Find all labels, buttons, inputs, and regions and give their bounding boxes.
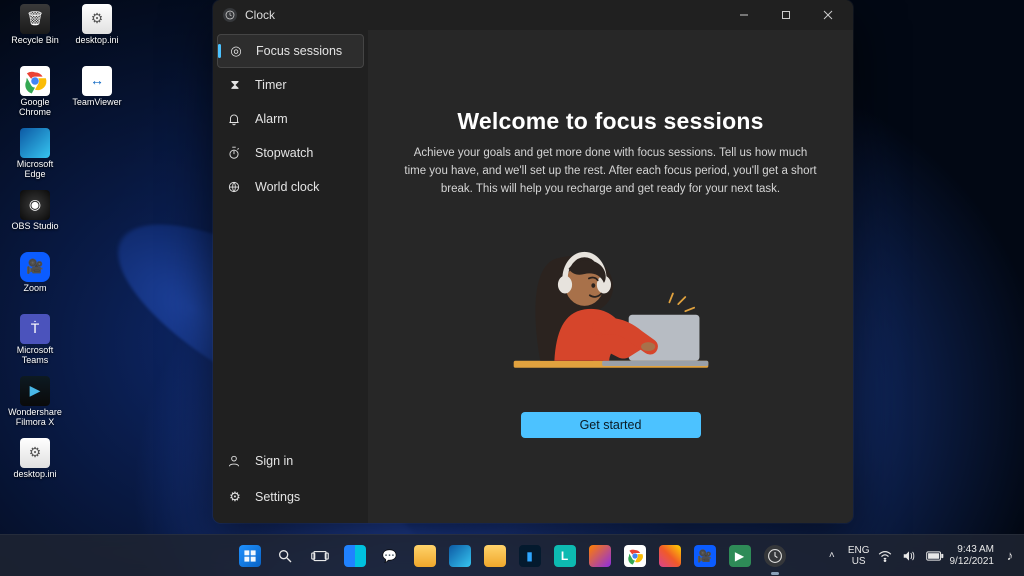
app-icon — [223, 8, 237, 22]
l-icon: L — [554, 545, 576, 567]
taskbar-zoom[interactable]: 🎥 — [689, 540, 721, 572]
nav-label: Timer — [255, 78, 286, 92]
nav-focus-sessions[interactable]: ◎ Focus sessions — [217, 34, 364, 68]
recycle-bin-icon: 🗑 — [20, 4, 50, 34]
clock-icon — [764, 545, 786, 567]
taskbar-pix[interactable] — [654, 540, 686, 572]
widgets-button[interactable] — [339, 540, 371, 572]
desktop-icons: 🗑Recycle Bin Google Chrome Microsoft Edg… — [4, 2, 134, 522]
filmora-icon: ▶ — [20, 376, 50, 406]
chat-button[interactable]: 💬 — [374, 540, 406, 572]
zoom-icon: 🎥 — [20, 252, 50, 282]
minimize-button[interactable] — [723, 1, 765, 29]
focus-illustration — [496, 220, 726, 390]
page-description: Achieve your goals and get more done wit… — [402, 145, 820, 198]
edge-icon — [449, 545, 471, 567]
get-started-button[interactable]: Get started — [521, 412, 701, 438]
desktop-icon-zoom[interactable]: 🎥Zoom — [4, 250, 66, 312]
taskbar-explorer[interactable] — [409, 540, 441, 572]
desktop-icon-teams[interactable]: ṪMicrosoft Teams — [4, 312, 66, 374]
search-icon — [274, 545, 296, 567]
task-view-icon — [309, 545, 331, 567]
taskbar-folder2[interactable] — [479, 540, 511, 572]
nav-label: Sign in — [255, 454, 293, 468]
target-icon: ◎ — [228, 43, 244, 59]
nav-label: Alarm — [255, 112, 288, 126]
desktop-icon-chrome[interactable]: Google Chrome — [4, 64, 66, 126]
desktop-icon-obs[interactable]: ◉OBS Studio — [4, 188, 66, 250]
firefox-icon — [589, 545, 611, 567]
taskbar-chrome[interactable] — [619, 540, 651, 572]
task-view-button[interactable] — [304, 540, 336, 572]
teams-icon: Ṫ — [20, 314, 50, 344]
titlebar[interactable]: Clock — [213, 0, 853, 30]
main-panel: Welcome to focus sessions Achieve your g… — [368, 30, 853, 523]
hourglass-icon: ⧗ — [227, 77, 243, 93]
volume-icon[interactable] — [902, 550, 918, 562]
bell-icon — [227, 112, 243, 126]
taskbar-clock[interactable]: 9:43 AM 9/12/2021 — [950, 544, 995, 568]
chrome-icon — [20, 66, 50, 96]
system-tray: ˄ ENG US 9:43 AM 9/12/2021 ♪ — [824, 535, 1018, 576]
globe-icon — [227, 180, 243, 194]
nav-label: World clock — [255, 180, 319, 194]
taskbar-clock-app[interactable] — [759, 540, 791, 572]
gear-icon: ⚙ — [227, 489, 243, 505]
stopwatch-icon — [227, 146, 243, 160]
taskbar-center: 💬 ▮ L 🎥 ▶ — [234, 540, 791, 572]
widgets-icon — [344, 545, 366, 567]
chat-icon: 💬 — [379, 545, 401, 567]
battery-icon[interactable] — [926, 551, 942, 561]
app-title: Clock — [245, 8, 723, 22]
edge-icon — [20, 128, 50, 158]
desktop-icon-ini[interactable]: ⚙desktop.ini — [66, 2, 128, 64]
file-icon: ⚙ — [82, 4, 112, 34]
clock-app-window: Clock ◎ Focus sessions ⧗ — [213, 0, 853, 523]
wifi-icon[interactable] — [878, 550, 894, 562]
taskbar-edge[interactable] — [444, 540, 476, 572]
nav-stopwatch[interactable]: Stopwatch — [217, 136, 364, 170]
language-indicator[interactable]: ENG US — [848, 545, 870, 567]
nav-label: Settings — [255, 490, 300, 504]
taskbar-green[interactable]: ▶ — [724, 540, 756, 572]
nav-label: Focus sessions — [256, 44, 342, 58]
nav-alarm[interactable]: Alarm — [217, 102, 364, 136]
page-title: Welcome to focus sessions — [457, 108, 763, 135]
teamviewer-icon: ↔ — [82, 66, 112, 96]
taskbar-l[interactable]: L — [549, 540, 581, 572]
taskbar: 💬 ▮ L 🎥 ▶ ˄ ENG US — [0, 534, 1024, 576]
chrome-icon — [624, 545, 646, 567]
taskbar-phone[interactable]: ▮ — [514, 540, 546, 572]
phone-icon: ▮ — [519, 545, 541, 567]
folder-icon — [414, 545, 436, 567]
sidebar: ◎ Focus sessions ⧗ Timer Alarm — [213, 30, 368, 523]
windows-icon — [239, 545, 261, 567]
tray-overflow-button[interactable]: ˄ — [824, 550, 840, 561]
taskbar-firefox[interactable] — [584, 540, 616, 572]
desktop: 🗑Recycle Bin Google Chrome Microsoft Edg… — [0, 0, 1024, 576]
search-button[interactable] — [269, 540, 301, 572]
pix-icon — [659, 545, 681, 567]
desktop-icon-edge[interactable]: Microsoft Edge — [4, 126, 66, 188]
person-icon — [227, 454, 243, 468]
maximize-button[interactable] — [765, 1, 807, 29]
desktop-icon-filmora[interactable]: ▶Wondershare Filmora X — [4, 374, 66, 436]
notifications-button[interactable]: ♪ — [1002, 548, 1018, 563]
nav-timer[interactable]: ⧗ Timer — [217, 68, 364, 102]
desktop-icon-ini2[interactable]: ⚙desktop.ini — [4, 436, 66, 498]
obs-icon: ◉ — [20, 190, 50, 220]
start-button[interactable] — [234, 540, 266, 572]
nav-world-clock[interactable]: World clock — [217, 170, 364, 204]
close-button[interactable] — [807, 1, 849, 29]
nav-settings[interactable]: ⚙ Settings — [217, 479, 364, 515]
desktop-icon-recycle-bin[interactable]: 🗑Recycle Bin — [4, 2, 66, 64]
file-icon: ⚙ — [20, 438, 50, 468]
folder-icon — [484, 545, 506, 567]
nav-sign-in[interactable]: Sign in — [217, 443, 364, 479]
green-icon: ▶ — [729, 545, 751, 567]
nav-label: Stopwatch — [255, 146, 313, 160]
desktop-icon-teamviewer[interactable]: ↔TeamViewer — [66, 64, 128, 126]
zoom-icon: 🎥 — [694, 545, 716, 567]
